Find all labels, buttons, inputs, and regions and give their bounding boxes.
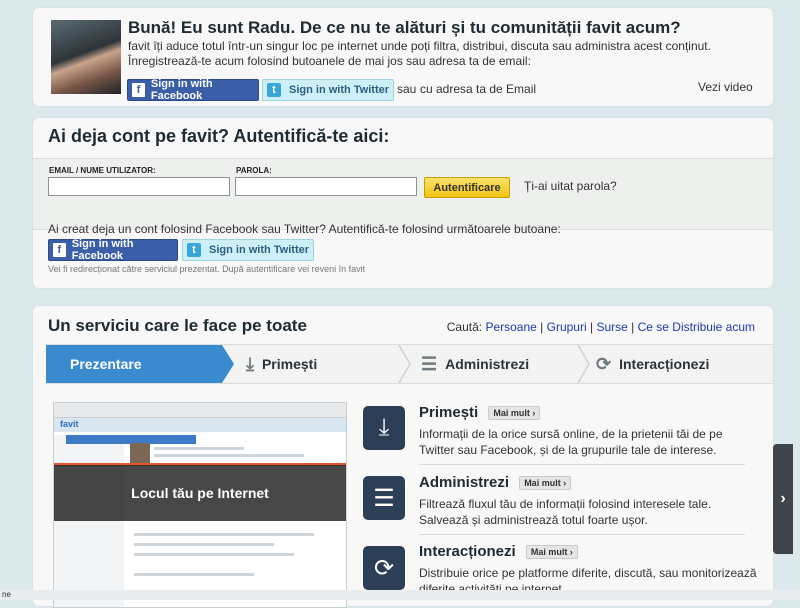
facebook-login-label: Sign in with Facebook (71, 238, 134, 262)
feature-tabs: Prezentare ⤓ Primești ☰ Administrezi ⟳ I… (46, 344, 773, 384)
list-icon: ☰ (421, 353, 438, 374)
more-label: Mai mult (493, 408, 530, 419)
search-link-distribuie[interactable]: Ce se Distribuie acum (638, 320, 755, 334)
separator: | (631, 320, 635, 334)
login-button[interactable]: Autentificare (424, 177, 510, 198)
separator: | (540, 320, 544, 334)
search-link-persoane[interactable]: Persoane (485, 320, 536, 334)
tab-divider (577, 345, 590, 383)
login-title: Ai deja cont pe favit? Autentifică-te ai… (48, 126, 390, 146)
feature-title-interactionezi: Interacționezi Mai mult › (419, 543, 578, 560)
feature-title-administrezi: Administrezi Mai mult › (419, 474, 572, 491)
password-field[interactable] (235, 177, 417, 196)
facebook-icon: f (53, 243, 66, 257)
preview-line (134, 543, 274, 546)
feature-title: Interacționezi (419, 543, 516, 560)
password-label: PAROLA: (236, 166, 272, 175)
forgot-password-link[interactable]: Ți-ai uitat parola? (524, 179, 617, 193)
twitter-signin-label: Sign in with Twitter (289, 84, 390, 96)
twitter-signin-button[interactable]: t Sign in with Twitter (262, 79, 394, 101)
separator: | (589, 320, 594, 334)
preview-avatar (130, 443, 150, 463)
tab-interactionezi[interactable]: ⟳ Interacționezi (596, 345, 709, 383)
or-text: sau (397, 82, 417, 96)
download-icon: ⤓ (363, 406, 405, 450)
preview-nav (54, 418, 346, 432)
search-link-grupuri[interactable]: Grupuri (547, 320, 587, 334)
search-link-surse[interactable]: Surse (596, 320, 627, 334)
sync-icon: ⟳ (363, 546, 405, 590)
download-icon: ⤓ (246, 353, 254, 374)
facebook-signin-button[interactable]: f Sign in with Facebook (127, 78, 259, 102)
list-icon: ☰ (363, 476, 405, 520)
preview-browser-bar (54, 403, 346, 418)
feature-title-primesti: Primești Mai mult › (419, 404, 541, 421)
watch-video-link[interactable]: Vezi video (698, 80, 753, 94)
divider (419, 534, 745, 535)
search-label: Caută: (446, 320, 483, 334)
login-card: Ai deja cont pe favit? Autentifică-te ai… (33, 118, 773, 288)
preview-caption: Locul tău pe Internet (54, 465, 346, 521)
more-button[interactable]: Mai mult › (488, 406, 541, 421)
feature-desc-administrezi: Filtrează fluxul tău de informații folos… (419, 497, 712, 527)
twitter-login-button[interactable]: t Sign in with Twitter (182, 239, 314, 261)
social-login-prompt: Ai creat deja un cont folosind Facebook … (48, 222, 561, 236)
tab-label: Prezentare (70, 356, 142, 372)
tab-label: Administrezi (445, 356, 530, 372)
feature-title: Primești (419, 404, 479, 421)
welcome-title: Bună! Eu sunt Radu. De ce nu te alături … (128, 18, 681, 37)
status-bar: ne (0, 590, 800, 600)
service-card: Un serviciu care le face pe toate Caută:… (33, 306, 773, 608)
twitter-login-label: Sign in with Twitter (209, 244, 310, 256)
facebook-signin-label: Sign in with Facebook (150, 78, 213, 102)
welcome-line-2: Înregistrează-te acum folosind butoanele… (128, 54, 531, 68)
twitter-icon: t (187, 243, 201, 257)
preview-logo: favit (60, 419, 79, 429)
email-field[interactable] (48, 177, 230, 196)
more-button[interactable]: Mai mult › (519, 476, 572, 491)
sync-icon: ⟳ (596, 353, 612, 374)
more-label: Mai mult (530, 547, 568, 558)
preview-line (134, 573, 254, 576)
preview-line (154, 454, 304, 457)
email-label: EMAIL / NUME UTILIZATOR: (49, 166, 156, 175)
twitter-icon: t (267, 83, 281, 97)
preview-line (134, 533, 314, 536)
feature-title: Administrezi (419, 474, 510, 491)
divider (419, 464, 745, 465)
more-label: Mai mult (524, 478, 561, 489)
tab-administrezi[interactable]: ☰ Administrezi (421, 345, 529, 383)
preview-sidebar (54, 435, 124, 607)
service-title: Un serviciu care le face pe toate (48, 316, 307, 335)
tab-prezentare[interactable]: Prezentare (46, 345, 234, 383)
app-preview-image[interactable]: favit Locul tău pe Internet (53, 402, 347, 608)
welcome-card: Bună! Eu sunt Radu. De ce nu te alături … (33, 8, 773, 106)
email-signup-link[interactable]: cu adresa ta de Email (420, 82, 536, 96)
more-button[interactable]: Mai mult › (525, 545, 578, 560)
welcome-line-1: favit îți aduce totul într-un singur loc… (128, 39, 711, 53)
avatar (51, 20, 121, 94)
facebook-icon: f (132, 83, 145, 97)
tab-label: Primești (261, 356, 318, 372)
tab-primesti[interactable]: ⤓ Primești (246, 345, 317, 383)
tab-divider (398, 345, 411, 383)
preview-line (134, 553, 294, 556)
feature-desc-primesti: Informații de la orice sursă online, de … (419, 427, 723, 457)
facebook-login-button[interactable]: f Sign in with Facebook (48, 238, 178, 262)
search-links: Caută: Persoane | Grupuri | Surse | Ce s… (447, 320, 755, 334)
preview-line (154, 447, 244, 450)
tab-label: Interacționezi (619, 356, 710, 372)
side-expand-handle[interactable]: › (773, 444, 793, 554)
redirect-note: Vei fi redirecționat către serviciul pre… (48, 264, 366, 274)
login-form: EMAIL / NUME UTILIZATOR: PAROLA: Autenti… (33, 158, 773, 230)
